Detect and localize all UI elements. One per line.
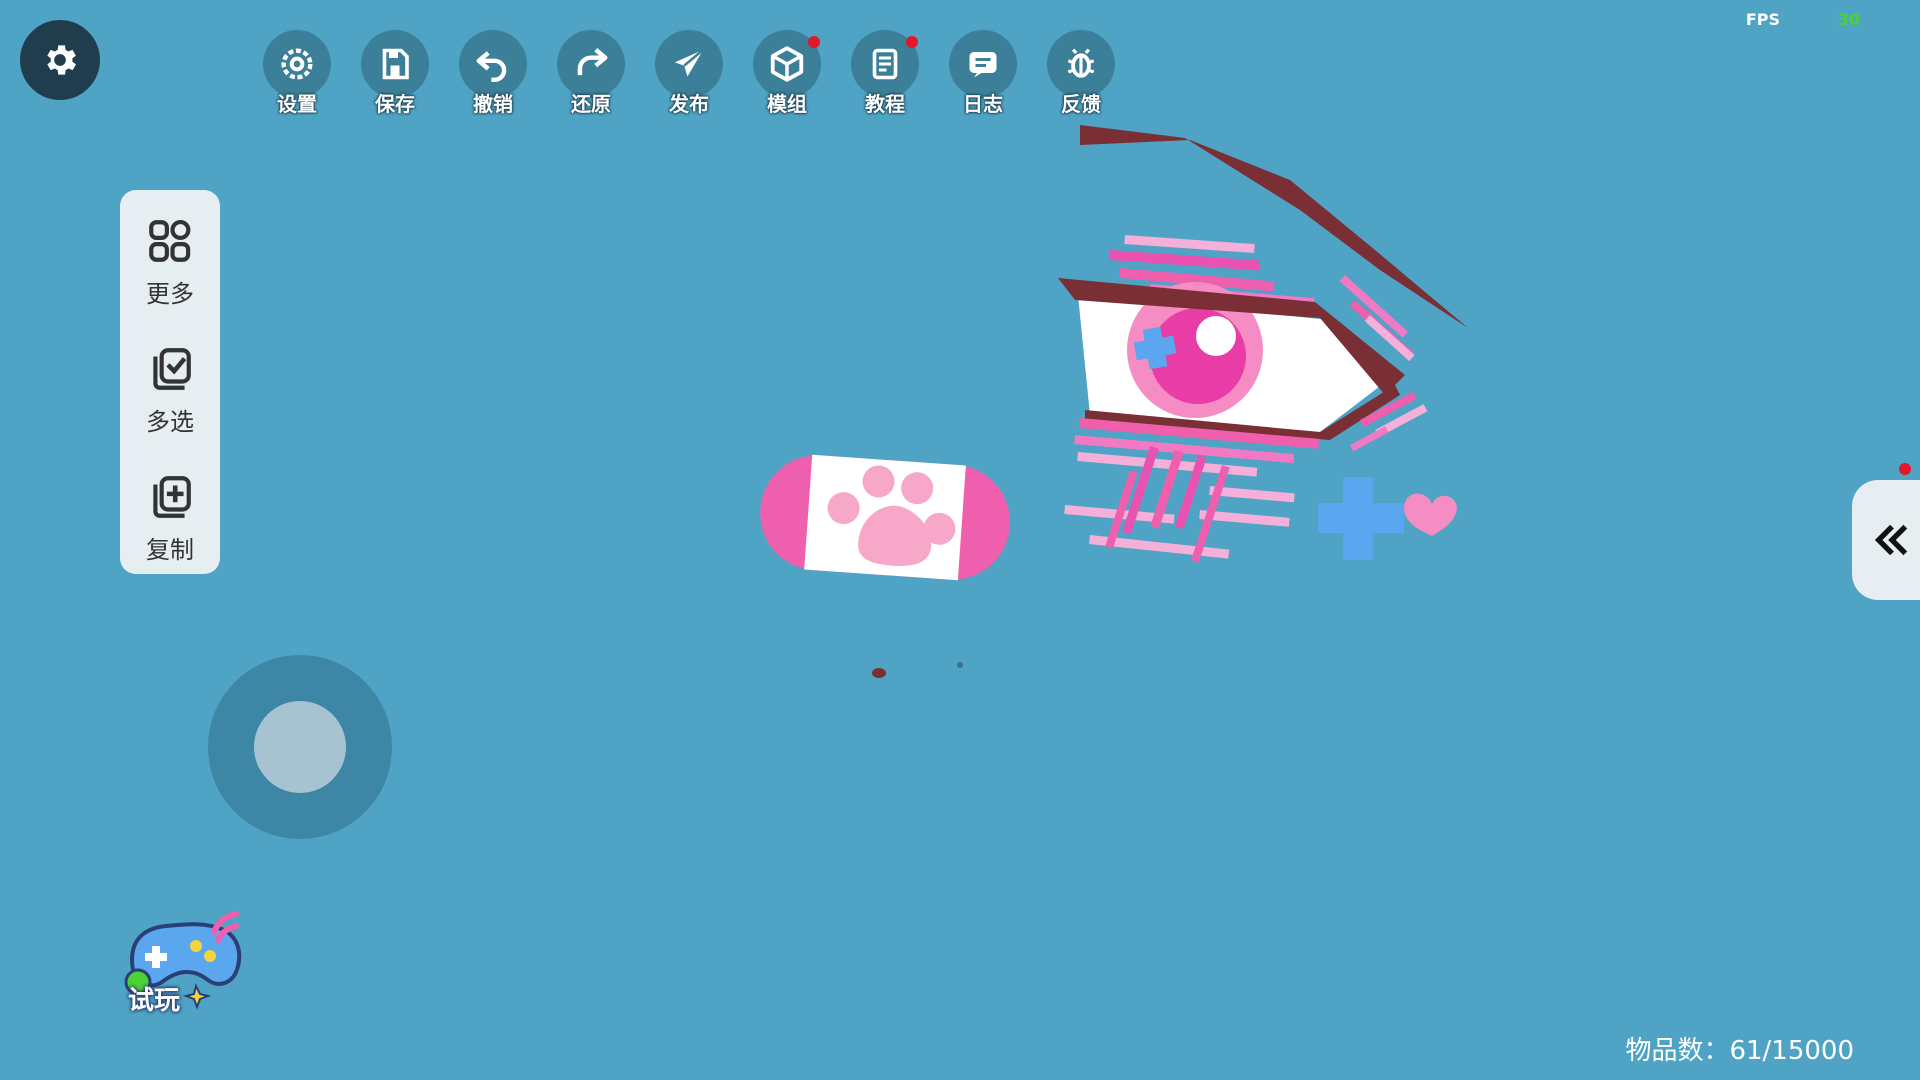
collapse-panel-button[interactable] (1852, 480, 1920, 600)
scene-viewport[interactable] (0, 0, 1920, 1080)
collapse-notification-dot (1899, 463, 1911, 475)
item-count-text: 物品数：61/15000 (1625, 1036, 1854, 1066)
double-chevron-left-icon (1874, 524, 1908, 556)
movement-joystick[interactable] (208, 655, 392, 839)
joystick-knob[interactable] (254, 701, 346, 793)
tiny-object[interactable] (872, 668, 886, 678)
tiny-object[interactable] (957, 662, 963, 668)
playtest-label: 试玩 (128, 986, 181, 1016)
heart-decoration[interactable] (1404, 493, 1457, 536)
bandage-object[interactable] (756, 451, 1013, 583)
lower-lash-stripes (1064, 417, 1320, 563)
plus-decoration[interactable] (1318, 477, 1404, 560)
eye-highlight (1196, 316, 1236, 356)
